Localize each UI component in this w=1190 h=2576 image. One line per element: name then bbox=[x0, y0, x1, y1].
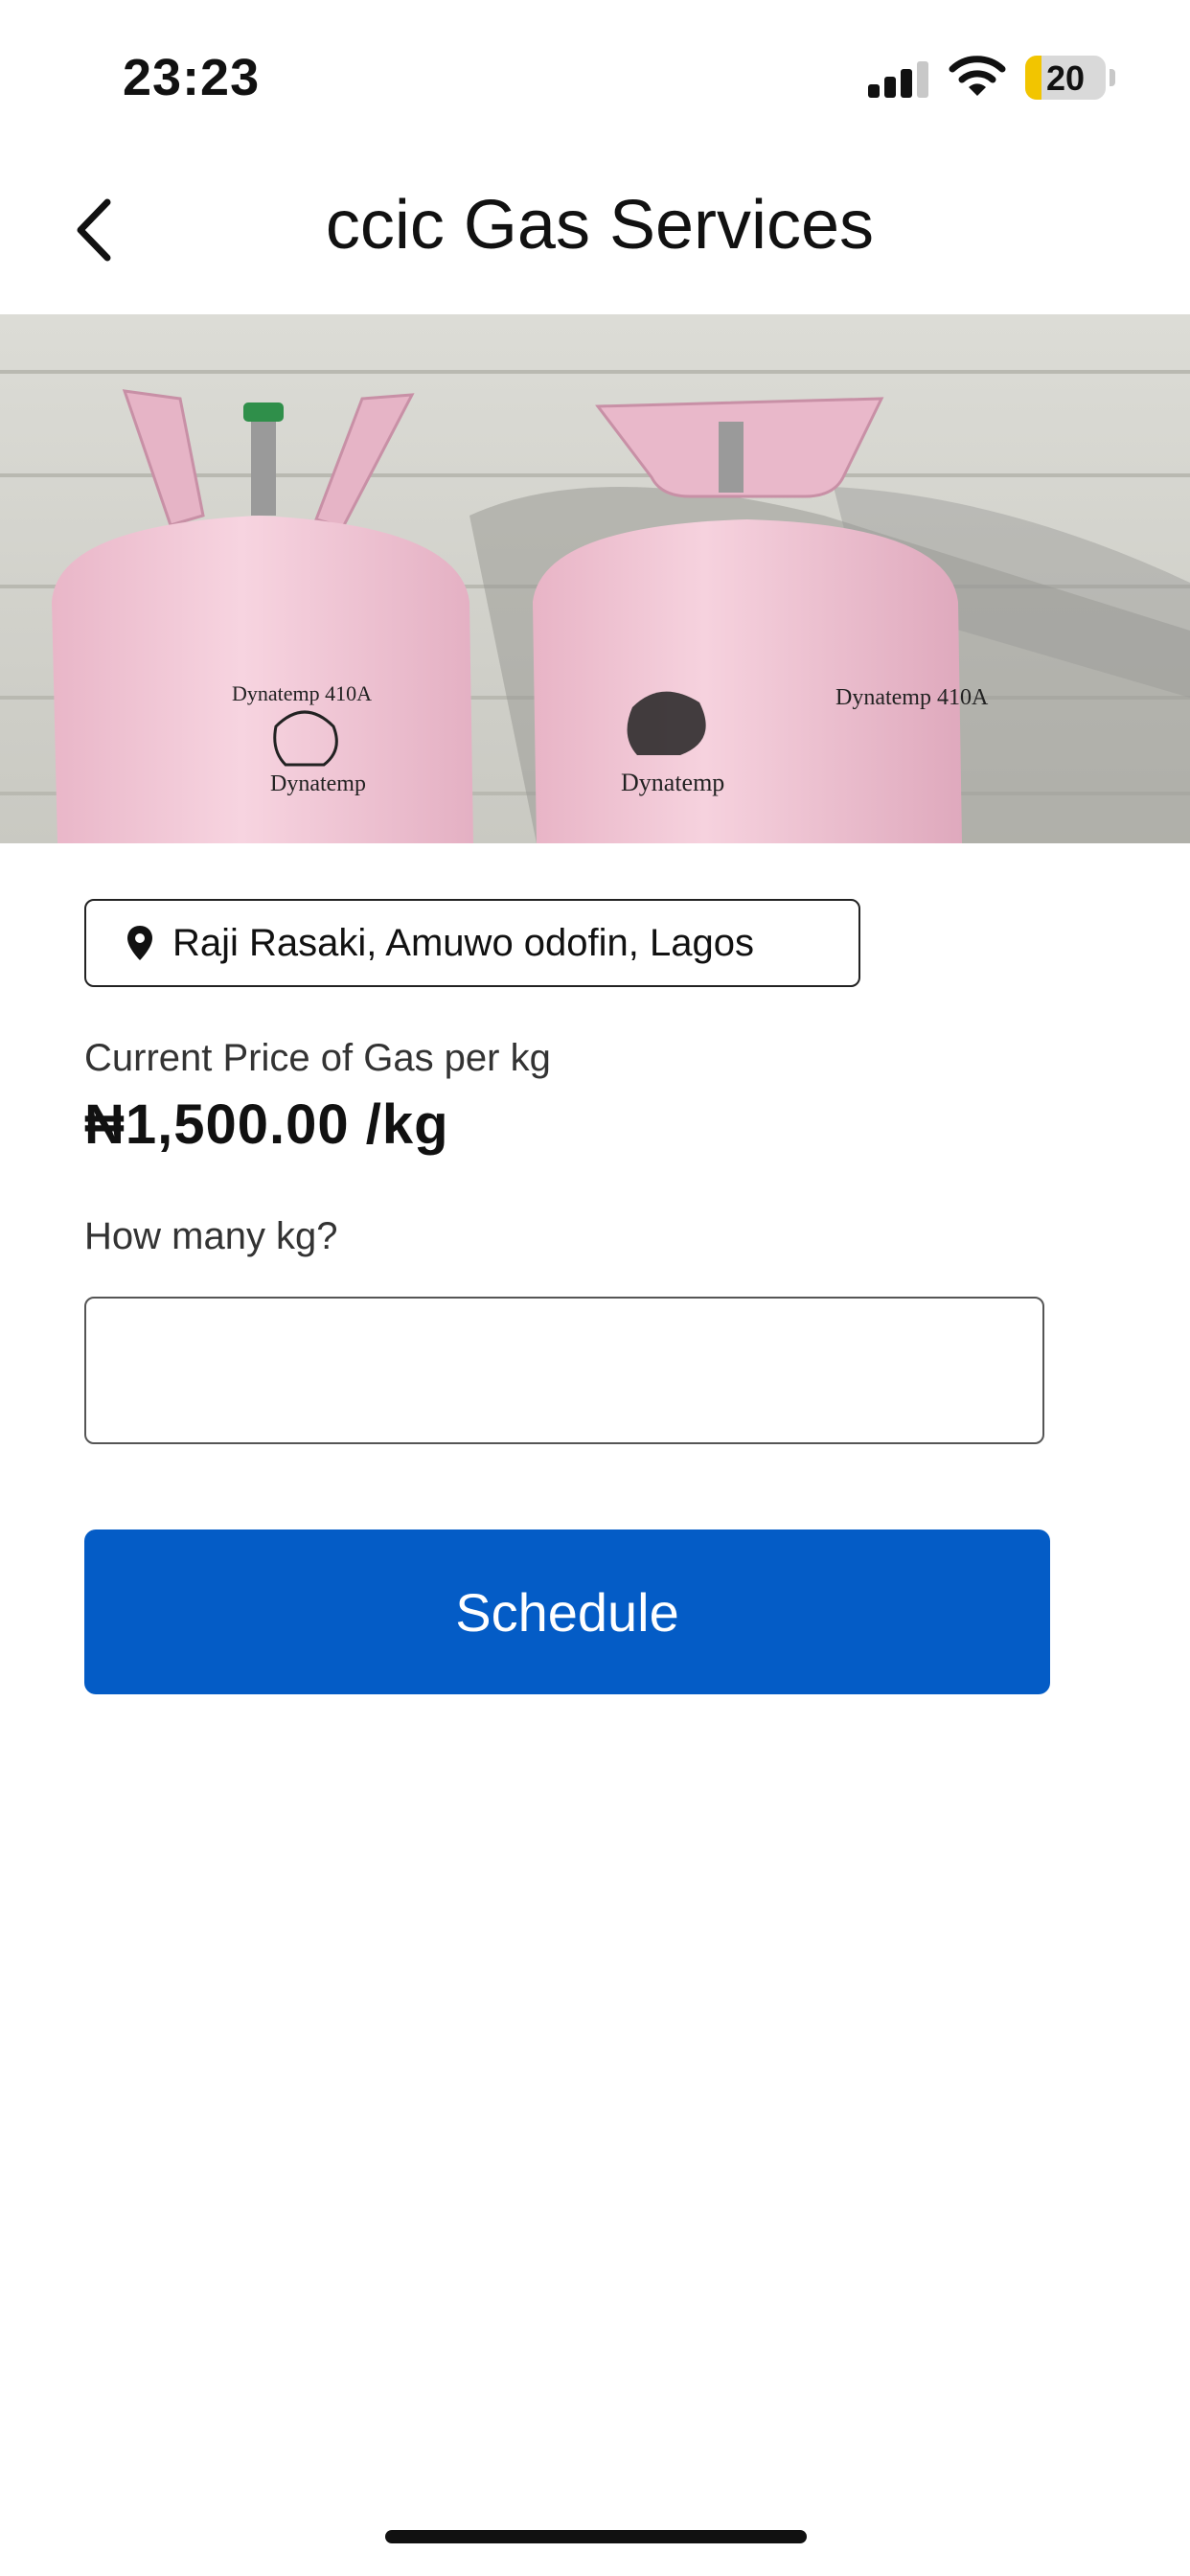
svg-text:Dynatemp: Dynatemp bbox=[270, 771, 366, 796]
price-label: Current Price of Gas per kg bbox=[84, 1037, 551, 1079]
quantity-input[interactable] bbox=[84, 1297, 1044, 1444]
cellular-signal-icon bbox=[868, 59, 929, 98]
svg-text:Dynatemp 410A: Dynatemp 410A bbox=[835, 685, 989, 710]
battery-level: 20 bbox=[1045, 58, 1086, 98]
home-indicator bbox=[385, 2530, 807, 2543]
wifi-icon bbox=[949, 56, 1006, 96]
battery-icon: 20 bbox=[1025, 56, 1106, 100]
hero-image: Dynatemp 410A Dynatemp Dynatemp 410A Dyn… bbox=[0, 314, 1190, 843]
price-value: ₦1,500.00 /kg bbox=[84, 1093, 449, 1156]
battery-cap bbox=[1110, 69, 1115, 86]
page-title: ccic Gas Services bbox=[325, 187, 875, 264]
svg-text:Dynatemp: Dynatemp bbox=[621, 769, 724, 796]
schedule-button[interactable]: Schedule bbox=[84, 1530, 1050, 1694]
quantity-label: How many kg? bbox=[84, 1215, 338, 1257]
gas-cylinders-photo: Dynatemp 410A Dynatemp Dynatemp 410A Dyn… bbox=[0, 314, 1190, 843]
navigation-header: ccic Gas Services bbox=[0, 163, 1190, 307]
status-time: 23:23 bbox=[123, 49, 261, 106]
location-text: Raji Rasaki, Amuwo odofin, Lagos bbox=[172, 921, 754, 964]
location-pin-icon bbox=[127, 926, 152, 960]
svg-text:Dynatemp 410A: Dynatemp 410A bbox=[232, 681, 372, 705]
status-bar: 23:23 20 bbox=[0, 0, 1190, 153]
location-chip[interactable]: Raji Rasaki, Amuwo odofin, Lagos bbox=[84, 899, 860, 987]
